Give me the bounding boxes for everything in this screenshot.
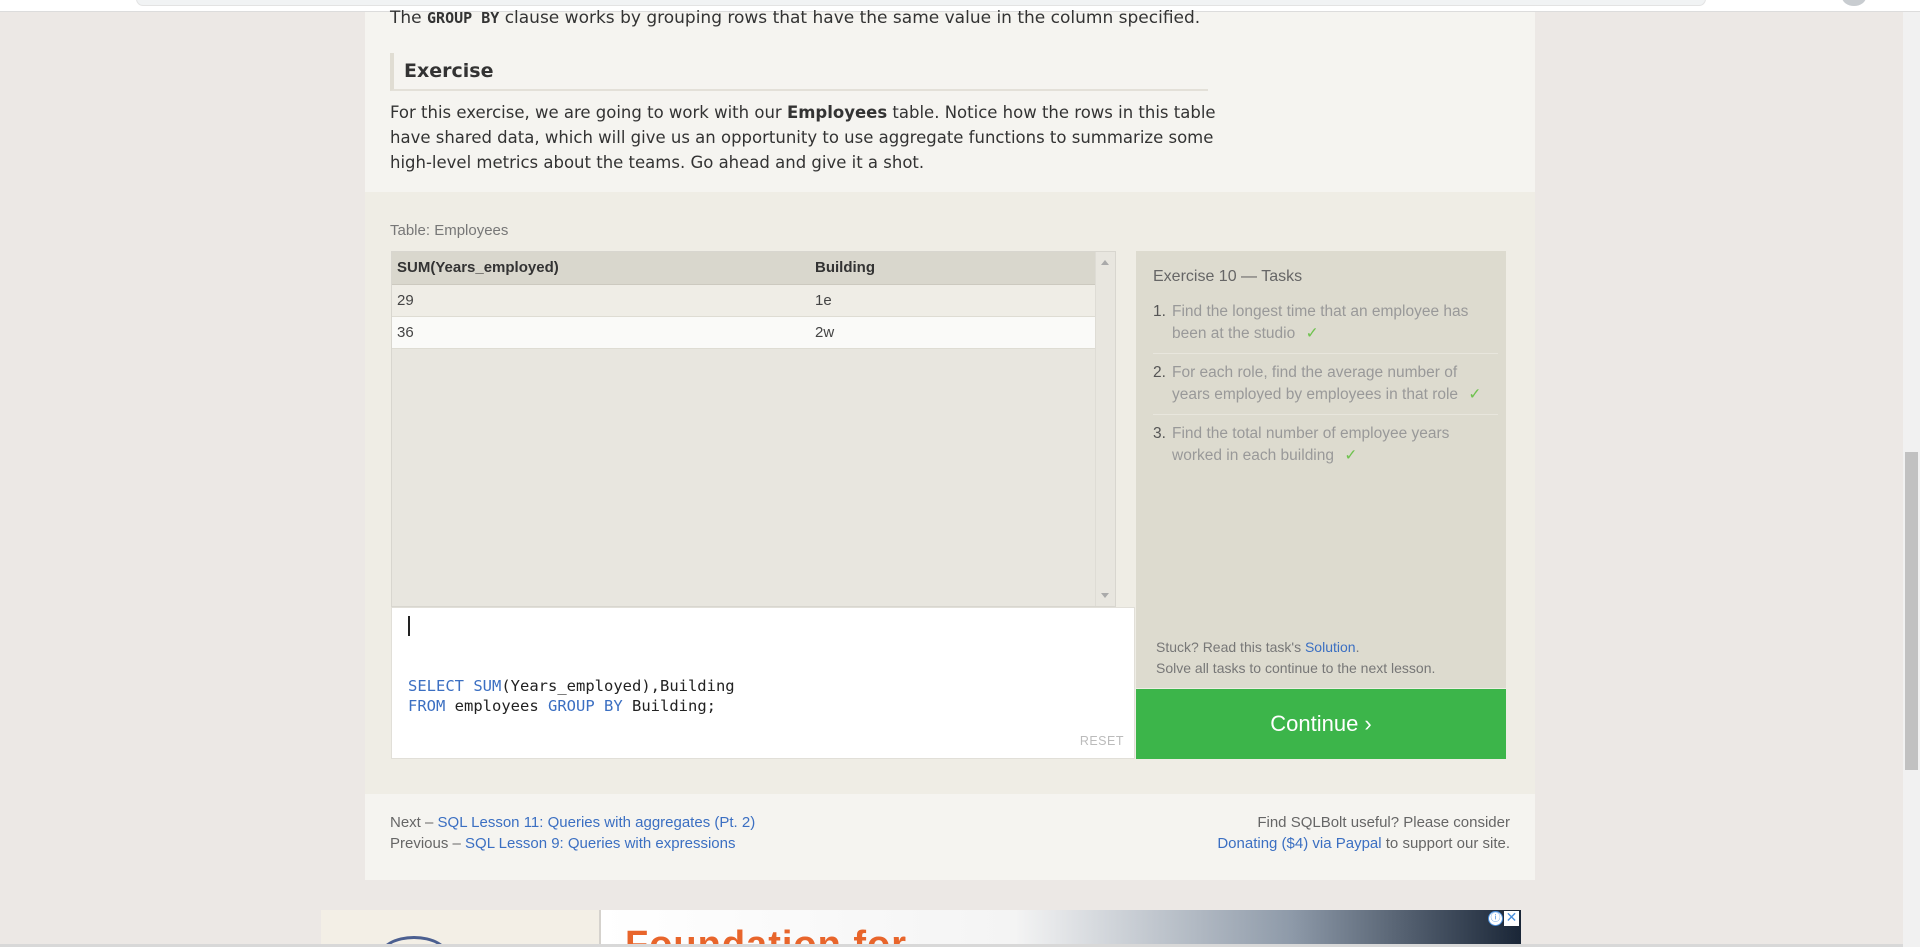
support-note: Find SQLBolt useful? Please consider Don… <box>1217 812 1510 854</box>
checkmark-icon: ✓ <box>1305 325 1319 342</box>
ad-close-icon[interactable]: ✕ <box>1504 911 1519 926</box>
tasks-list: 1. Find the longest time that an employe… <box>1153 301 1498 483</box>
next-prefix: Next – <box>390 814 434 831</box>
ad-logo-block <box>321 910 599 947</box>
stuck-suffix: . <box>1355 639 1360 655</box>
result-table: SUM(Years_employed) Building 29 1e 36 2w <box>392 252 1097 349</box>
intro-keyword: GROUP BY <box>427 9 500 27</box>
scroll-up-arrow-icon[interactable] <box>1101 260 1109 265</box>
tasks-panel: Exercise 10 — Tasks 1. Find the longest … <box>1136 251 1506 688</box>
table-caption: Table: Employees <box>390 222 509 239</box>
checkmark-icon: ✓ <box>1344 447 1358 464</box>
group-by-intro: The GROUP BY clause works by grouping ro… <box>390 8 1200 28</box>
table-cell: 36 <box>392 316 810 349</box>
task-item: 2. For each role, find the average numbe… <box>1153 362 1498 415</box>
sql-text: employees <box>454 697 539 715</box>
lesson-card: The GROUP BY clause works by grouping ro… <box>365 8 1535 880</box>
sql-keyword: SELECT <box>408 677 464 695</box>
intro-prefix: The <box>390 8 422 28</box>
task-number: 1. <box>1153 303 1166 320</box>
sql-editor[interactable]: SELECT SUM(Years_employed),Building FROM… <box>391 607 1135 759</box>
task-item: 3. Find the total number of employee yea… <box>1153 423 1498 475</box>
task-item: 1. Find the longest time that an employe… <box>1153 301 1498 354</box>
table-cell: 1e <box>810 284 1097 317</box>
solve-all-note: Solve all tasks to continue to the next … <box>1156 660 1436 676</box>
profile-avatar[interactable] <box>1842 0 1866 6</box>
stuck-prefix: Stuck? Read this task's <box>1156 639 1302 655</box>
continue-button[interactable]: Continue › <box>1136 689 1506 759</box>
solution-link[interactable]: Solution <box>1305 639 1356 655</box>
ad-info-icon[interactable]: ⓘ <box>1488 911 1503 926</box>
sql-code[interactable]: SELECT SUM(Years_employed),Building FROM… <box>408 676 735 716</box>
sql-text: Building; <box>632 697 717 715</box>
ad-image[interactable]: Foundation for <box>601 910 1521 947</box>
task-text: For each role, find the average number o… <box>1172 364 1459 403</box>
table-row: 36 2w <box>392 316 1097 349</box>
sql-function: SUM <box>473 677 502 695</box>
tasks-title: Exercise 10 — Tasks <box>1153 268 1303 285</box>
result-scrollbar[interactable] <box>1095 252 1115 606</box>
sql-text: (Years_employed),Building <box>501 677 735 695</box>
scroll-down-arrow-icon[interactable] <box>1101 593 1109 598</box>
sql-keyword: FROM <box>408 697 446 715</box>
address-bar[interactable] <box>136 0 1706 6</box>
exercise-heading: Exercise <box>390 53 1208 91</box>
task-text: Find the total number of employee years … <box>1172 425 1450 464</box>
checkmark-icon: ✓ <box>1468 386 1482 403</box>
reset-button[interactable]: RESET <box>1080 734 1124 748</box>
table-row: 29 1e <box>392 284 1097 317</box>
intro-suffix: clause works by grouping rows that have … <box>504 8 1201 28</box>
next-lesson-link[interactable]: SQL Lesson 11: Queries with aggregates (… <box>438 814 756 831</box>
column-header: Building <box>810 252 1097 285</box>
table-header-row: SUM(Years_employed) Building <box>392 252 1097 285</box>
page-scrollbar-thumb[interactable] <box>1905 452 1918 770</box>
task-number: 2. <box>1153 364 1166 381</box>
lesson-navigation: Next – SQL Lesson 11: Queries with aggre… <box>390 812 755 854</box>
sql-keyword: GROUP BY <box>548 697 623 715</box>
desc-bold-table: Employees <box>786 103 888 122</box>
stuck-hint: Stuck? Read this task's Solution. Solve … <box>1156 637 1435 679</box>
support-line: Find SQLBolt useful? Please consider <box>1257 814 1510 831</box>
table-cell: 29 <box>392 284 810 317</box>
advertisement-banner[interactable]: Foundation for ⓘ ✕ <box>321 910 1521 947</box>
exercise-sandbox: Table: Employees SUM(Years_employed) Bui… <box>365 192 1535 794</box>
task-number: 3. <box>1153 425 1166 442</box>
prev-prefix: Previous – <box>390 835 461 852</box>
donate-link[interactable]: Donating ($4) via Paypal <box>1217 835 1381 852</box>
page-scrollbar[interactable] <box>1903 12 1920 947</box>
column-header: SUM(Years_employed) <box>392 252 810 285</box>
previous-lesson-link[interactable]: SQL Lesson 9: Queries with expressions <box>465 835 735 852</box>
task-text: Find the longest time that an employee h… <box>1172 303 1469 342</box>
result-panel: SUM(Years_employed) Building 29 1e 36 2w <box>391 251 1116 607</box>
text-cursor <box>408 616 410 636</box>
table-cell: 2w <box>810 316 1097 349</box>
exercise-description: For this exercise, we are going to work … <box>390 100 1230 175</box>
desc-part1: For this exercise, we are going to work … <box>390 103 782 122</box>
support-suffix: to support our site. <box>1385 835 1510 852</box>
